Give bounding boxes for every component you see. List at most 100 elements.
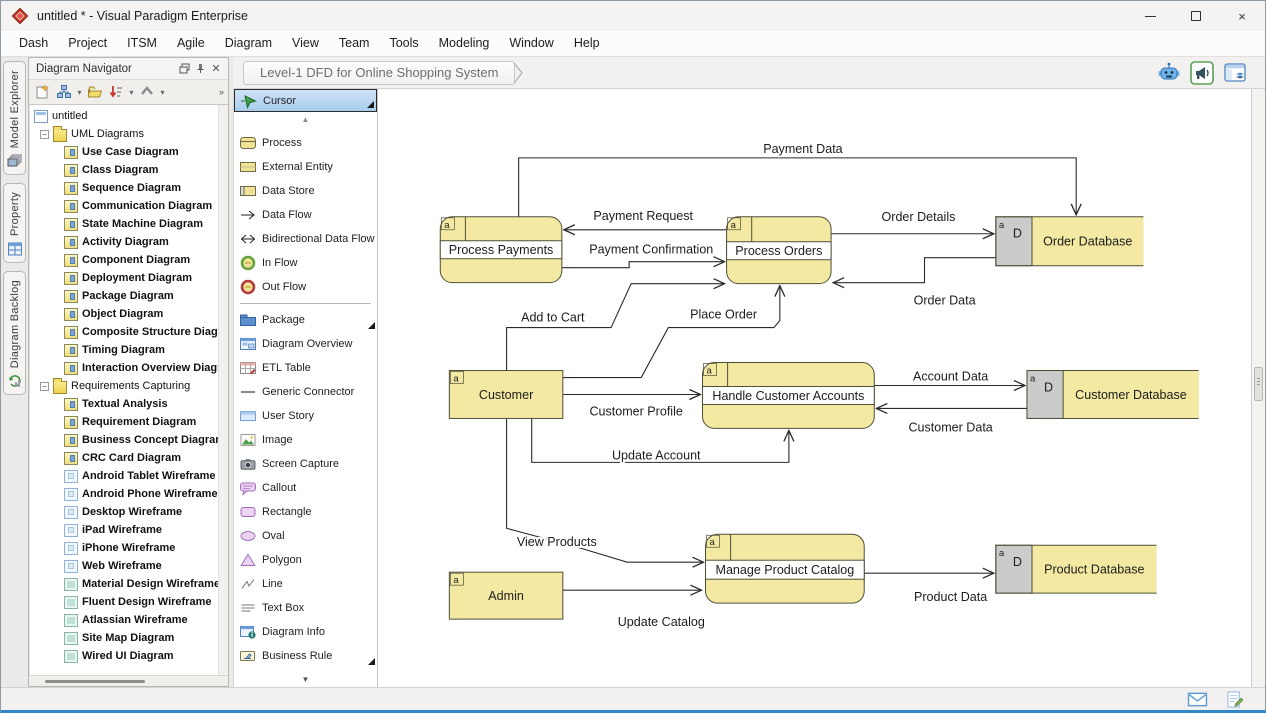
menu-item-window[interactable]: Window: [499, 31, 563, 56]
minimize-button[interactable]: [1127, 1, 1173, 31]
tree-item-state-machine-diagram[interactable]: State Machine Diagram: [30, 215, 228, 233]
tree-item-activity-diagram[interactable]: Activity Diagram: [30, 233, 228, 251]
flow-customer-data[interactable]: Customer Data: [876, 408, 1027, 434]
flow-payment-confirmation[interactable]: Payment Confirmation: [562, 243, 725, 268]
message-icon[interactable]: [1187, 691, 1208, 708]
node-customer-database[interactable]: aDCustomer Database: [1027, 371, 1199, 419]
palette-tool-diagram-overview[interactable]: Diagram Overview: [234, 332, 377, 356]
side-tab-model-explorer[interactable]: Model Explorer: [3, 61, 26, 175]
close-button[interactable]: ×: [1219, 1, 1265, 31]
palette-tool-oval[interactable]: Oval: [234, 524, 377, 548]
tree-item-sequence-diagram[interactable]: Sequence Diagram: [30, 179, 228, 197]
palette-tool-cursor[interactable]: Cursor: [234, 89, 377, 112]
new-diagram-icon[interactable]: [33, 82, 53, 102]
menu-item-help[interactable]: Help: [564, 31, 610, 56]
model-structure-dropdown-icon[interactable]: ▾: [75, 88, 84, 97]
palette-tool-line[interactable]: Line: [234, 572, 377, 596]
node-manage-product-catalog[interactable]: aManage Product Catalog: [706, 534, 865, 603]
maximize-button[interactable]: [1173, 1, 1219, 31]
palette-scroll-up-icon[interactable]: ▲: [234, 112, 377, 131]
tree-item-atlassian-wireframe[interactable]: Atlassian Wireframe: [30, 611, 228, 629]
node-process-orders[interactable]: aProcess Orders: [727, 217, 831, 284]
side-tab-property[interactable]: Property: [3, 183, 26, 263]
tree-item-site-map-diagram[interactable]: Site Map Diagram: [30, 629, 228, 647]
collapse-up-icon[interactable]: [137, 82, 157, 102]
menu-item-project[interactable]: Project: [58, 31, 117, 56]
node-product-database[interactable]: aDProduct Database: [996, 545, 1157, 593]
vp-assistant-icon[interactable]: [1157, 61, 1181, 85]
tree-item-android-phone-wireframe[interactable]: Android Phone Wireframe: [30, 485, 228, 503]
palette-tool-data-store[interactable]: Data Store: [234, 179, 377, 203]
open-folder-icon[interactable]: [85, 82, 105, 102]
palette-scroll-down-icon[interactable]: ▼: [234, 674, 377, 687]
tree-item-wired-ui-diagram[interactable]: Wired UI Diagram: [30, 647, 228, 665]
palette-tool-etl-table[interactable]: ETL Table: [234, 356, 377, 380]
tree-item-business-concept-diagram[interactable]: Business Concept Diagram: [30, 431, 228, 449]
tree-item-interaction-overview-diagram[interactable]: Interaction Overview Diagram: [30, 359, 228, 377]
scrollbar-thumb[interactable]: [1254, 367, 1263, 401]
tree-expander-icon[interactable]: −: [40, 382, 49, 391]
palette-tool-callout[interactable]: Callout: [234, 476, 377, 500]
palette-tool-polygon[interactable]: Polygon: [234, 548, 377, 572]
panel-layout-icon[interactable]: [1223, 61, 1247, 85]
node-customer[interactable]: aCustomer: [449, 371, 563, 419]
canvas-vertical-scrollbar[interactable]: [1251, 89, 1265, 687]
model-structure-icon[interactable]: [54, 82, 74, 102]
node-handle-customer-accounts[interactable]: aHandle Customer Accounts: [702, 363, 874, 429]
tree-item-fluent-design-wireframe[interactable]: Fluent Design Wireframe: [30, 593, 228, 611]
palette-tool-diagram-info[interactable]: Diagram Info: [234, 620, 377, 644]
tree-item-package-diagram[interactable]: Package Diagram: [30, 287, 228, 305]
diagram-canvas[interactable]: Payment DataPayment RequestPayment Confi…: [378, 89, 1251, 687]
float-panel-icon[interactable]: [176, 61, 192, 77]
tree-item-web-wireframe[interactable]: Web Wireframe: [30, 557, 228, 575]
palette-tool-rectangle[interactable]: Rectangle: [234, 500, 377, 524]
tree-item-class-diagram[interactable]: Class Diagram: [30, 161, 228, 179]
breadcrumb[interactable]: Level-1 DFD for Online Shopping System: [243, 61, 515, 85]
scrollbar-thumb[interactable]: [45, 680, 145, 683]
flow-view-products[interactable]: View Products: [507, 418, 704, 562]
tree-item-requirement-diagram[interactable]: Requirement Diagram: [30, 413, 228, 431]
side-tab-diagram-backlog[interactable]: Diagram Backlog: [3, 271, 26, 395]
palette-tool-business-rule[interactable]: Business Rule: [234, 644, 377, 668]
flow-product-data[interactable]: Product Data: [864, 573, 994, 604]
sort-diagrams-icon[interactable]: [106, 82, 126, 102]
tree-horizontal-scrollbar[interactable]: [29, 675, 228, 686]
menu-item-view[interactable]: View: [282, 31, 329, 56]
palette-tool-in-flow[interactable]: In Flow: [234, 251, 377, 275]
tree-item-crc-card-diagram[interactable]: CRC Card Diagram: [30, 449, 228, 467]
tree-item-object-diagram[interactable]: Object Diagram: [30, 305, 228, 323]
menu-item-agile[interactable]: Agile: [167, 31, 215, 56]
menu-item-dash[interactable]: Dash: [9, 31, 58, 56]
flow-customer-profile[interactable]: Customer Profile: [563, 394, 701, 418]
tree-item-textual-analysis[interactable]: Textual Analysis: [30, 395, 228, 413]
palette-tool-process[interactable]: Process: [234, 131, 377, 155]
palette-tool-package[interactable]: Package: [234, 308, 377, 332]
tree-item-timing-diagram[interactable]: Timing Diagram: [30, 341, 228, 359]
flow-order-data[interactable]: Order Data: [833, 258, 996, 308]
palette-tool-external-entity[interactable]: External Entity: [234, 155, 377, 179]
title-bar[interactable]: untitled * - Visual Paradigm Enterprise …: [1, 1, 1265, 31]
palette-tool-user-story[interactable]: User Story: [234, 404, 377, 428]
tree-item-uml-diagrams[interactable]: −UML Diagrams: [30, 125, 228, 143]
palette-tool-bidirectional-data-flow[interactable]: Bidirectional Data Flow: [234, 227, 377, 251]
flow-order-details[interactable]: Order Details: [831, 210, 994, 234]
tree-expander-icon[interactable]: −: [40, 130, 49, 139]
menu-item-tools[interactable]: Tools: [379, 31, 428, 56]
tree-item-material-design-wireframe[interactable]: Material Design Wireframe: [30, 575, 228, 593]
palette-tool-generic-connector[interactable]: Generic Connector: [234, 380, 377, 404]
tree-item-deployment-diagram[interactable]: Deployment Diagram: [30, 269, 228, 287]
node-admin[interactable]: aAdmin: [449, 572, 563, 619]
flow-payment-request[interactable]: Payment Request: [564, 209, 727, 230]
pin-panel-icon[interactable]: [192, 61, 208, 77]
edit-notes-icon[interactable]: [1224, 691, 1245, 708]
node-order-database[interactable]: aDOrder Database: [996, 217, 1144, 266]
tree-item-communication-diagram[interactable]: Communication Diagram: [30, 197, 228, 215]
tree-item-android-tablet-wireframe[interactable]: Android Tablet Wireframe: [30, 467, 228, 485]
palette-tool-data-flow[interactable]: Data Flow: [234, 203, 377, 227]
node-process-payments[interactable]: aProcess Payments: [440, 217, 562, 283]
tree-item-iphone-wireframe[interactable]: iPhone Wireframe: [30, 539, 228, 557]
tree-item-desktop-wireframe[interactable]: Desktop Wireframe: [30, 503, 228, 521]
collapse-up-dropdown-icon[interactable]: ▾: [158, 88, 167, 97]
palette-tool-image[interactable]: Image: [234, 428, 377, 452]
sort-diagrams-dropdown-icon[interactable]: ▾: [127, 88, 136, 97]
